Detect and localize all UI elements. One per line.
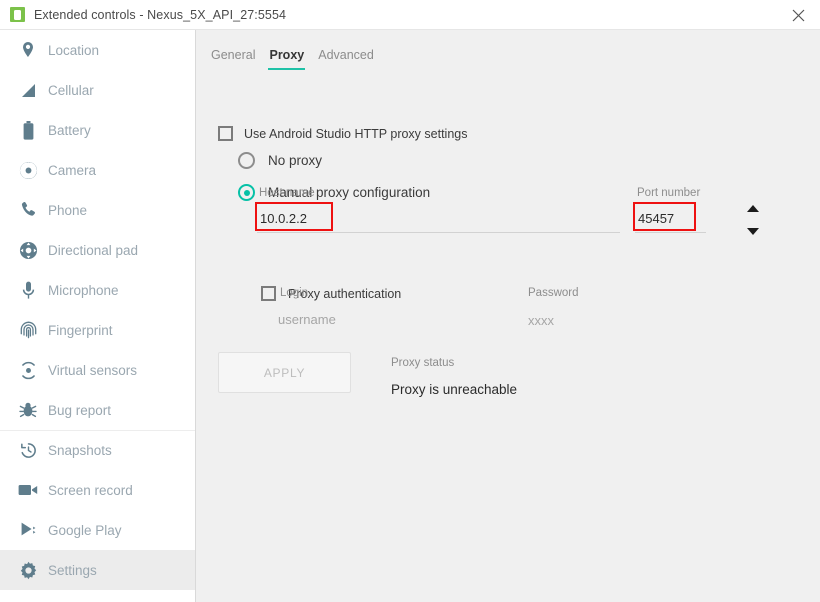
- microphone-icon: [17, 279, 39, 301]
- password-input[interactable]: xxxx: [528, 313, 554, 328]
- sidebar-item-label: Virtual sensors: [48, 362, 138, 378]
- sidebar-item-label: Snapshots: [48, 443, 112, 458]
- title-bar: Extended controls - Nexus_5X_API_27:5554: [0, 0, 820, 30]
- extended-controls-window: Extended controls - Nexus_5X_API_27:5554…: [0, 0, 820, 602]
- virtual-sensors-icon: [17, 359, 39, 381]
- tab-bar: General Proxy Advanced: [204, 48, 381, 70]
- sidebar-item-screen-record[interactable]: Screen record: [0, 470, 195, 510]
- sidebar-item-label: Location: [48, 42, 100, 58]
- fingerprint-icon: [17, 319, 39, 341]
- port-number-underline: [635, 232, 706, 233]
- close-icon[interactable]: [776, 0, 820, 30]
- port-number-input[interactable]: 45457: [638, 211, 674, 226]
- location-pin-icon: [17, 39, 39, 61]
- sidebar-item-label: Google Play: [48, 522, 122, 538]
- password-label: Password: [528, 287, 579, 299]
- cellular-signal-icon: [17, 79, 39, 101]
- sidebar-item-label: Phone: [48, 202, 88, 218]
- gear-icon: [17, 559, 39, 581]
- phone-handset-icon: [17, 199, 39, 221]
- sidebar-item-directional-pad[interactable]: Directional pad: [0, 230, 195, 270]
- port-number-label: Port number: [637, 187, 701, 199]
- proxy-authentication-checkbox[interactable]: [261, 286, 276, 301]
- no-proxy-label: No proxy: [268, 153, 323, 168]
- no-proxy-radio[interactable]: [238, 152, 255, 169]
- use-android-studio-proxy-label: Use Android Studio HTTP proxy settings: [244, 126, 468, 141]
- camera-aperture-icon: [17, 159, 39, 181]
- sidebar-item-label: Screen record: [48, 482, 133, 498]
- sidebar-item-label: Settings: [48, 562, 97, 578]
- sidebar-item-fingerprint[interactable]: Fingerprint: [0, 310, 195, 350]
- sidebar-item-microphone[interactable]: Microphone: [0, 270, 195, 310]
- sidebar-item-bug-report[interactable]: Bug report: [0, 390, 195, 430]
- sidebar-item-label: Battery: [48, 122, 91, 138]
- stepper-up-icon[interactable]: [747, 205, 759, 212]
- sidebar-item-label: Directional pad: [48, 242, 139, 258]
- use-android-studio-proxy-checkbox[interactable]: [218, 126, 233, 141]
- snapshot-clock-icon: [17, 440, 39, 462]
- login-label: Login: [280, 287, 309, 299]
- sidebar-item-label: Fingerprint: [48, 322, 113, 338]
- no-proxy-row[interactable]: No proxy: [238, 152, 322, 169]
- port-number-stepper[interactable]: [745, 205, 761, 235]
- sidebar: Location Cellular Battery Camera Phone D…: [0, 30, 196, 602]
- google-play-icon: [17, 519, 39, 541]
- tab-advanced[interactable]: Advanced: [311, 48, 381, 70]
- sidebar-item-snapshots[interactable]: Snapshots: [0, 430, 195, 470]
- tab-general[interactable]: General: [204, 48, 262, 70]
- login-input[interactable]: username: [278, 312, 336, 327]
- sidebar-item-cellular[interactable]: Cellular: [0, 70, 195, 110]
- sidebar-item-label: Cellular: [48, 82, 94, 98]
- tab-proxy[interactable]: Proxy: [262, 48, 311, 70]
- sidebar-item-label: Camera: [48, 162, 97, 178]
- sidebar-item-label: Bug report: [48, 402, 112, 418]
- proxy-status-value: Proxy is unreachable: [391, 382, 518, 397]
- sidebar-item-settings[interactable]: Settings: [0, 550, 195, 590]
- apply-button[interactable]: APPLY: [218, 352, 351, 393]
- directional-pad-icon: [17, 239, 39, 261]
- stepper-down-icon[interactable]: [747, 228, 759, 235]
- host-name-input[interactable]: 10.0.2.2: [260, 211, 307, 226]
- android-emulator-icon: [10, 7, 25, 22]
- sidebar-item-camera[interactable]: Camera: [0, 150, 195, 190]
- use-android-studio-proxy-row[interactable]: Use Android Studio HTTP proxy settings: [218, 126, 468, 141]
- sidebar-item-virtual-sensors[interactable]: Virtual sensors: [0, 350, 195, 390]
- manual-proxy-radio[interactable]: [238, 184, 255, 201]
- video-camera-icon: [17, 479, 39, 501]
- sidebar-item-google-play[interactable]: Google Play: [0, 510, 195, 550]
- sidebar-item-battery[interactable]: Battery: [0, 110, 195, 150]
- window-title: Extended controls - Nexus_5X_API_27:5554: [34, 7, 287, 22]
- content-panel: General Proxy Advanced Use Android Studi…: [196, 30, 820, 602]
- bug-icon: [17, 399, 39, 421]
- sidebar-item-location[interactable]: Location: [0, 30, 195, 70]
- proxy-status-label: Proxy status: [391, 357, 455, 369]
- sidebar-item-label: Microphone: [48, 282, 119, 298]
- host-name-underline: [257, 232, 620, 233]
- battery-icon: [17, 119, 39, 141]
- host-name-label: Host name: [259, 187, 315, 199]
- sidebar-item-phone[interactable]: Phone: [0, 190, 195, 230]
